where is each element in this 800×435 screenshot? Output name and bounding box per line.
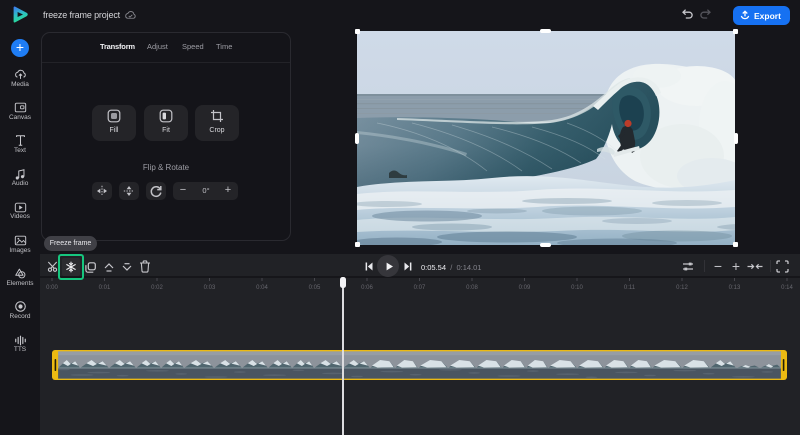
svg-text:0:04: 0:04 <box>256 285 268 291</box>
svg-text:0:00: 0:00 <box>46 285 58 291</box>
svg-text:0:06: 0:06 <box>361 285 373 291</box>
svg-text:0:14: 0:14 <box>781 285 793 291</box>
svg-text:0:09: 0:09 <box>519 285 531 291</box>
svg-text:0:02: 0:02 <box>151 285 163 291</box>
svg-text:0:11: 0:11 <box>624 285 636 291</box>
svg-text:0:01: 0:01 <box>99 285 111 291</box>
svg-text:0:12: 0:12 <box>676 285 688 291</box>
svg-text:0:03: 0:03 <box>204 285 216 291</box>
svg-text:0:10: 0:10 <box>571 285 583 291</box>
svg-text:0:07: 0:07 <box>414 285 426 291</box>
svg-text:0:05: 0:05 <box>309 285 321 291</box>
svg-text:0:13: 0:13 <box>729 285 741 291</box>
svg-text:0:08: 0:08 <box>466 285 478 291</box>
